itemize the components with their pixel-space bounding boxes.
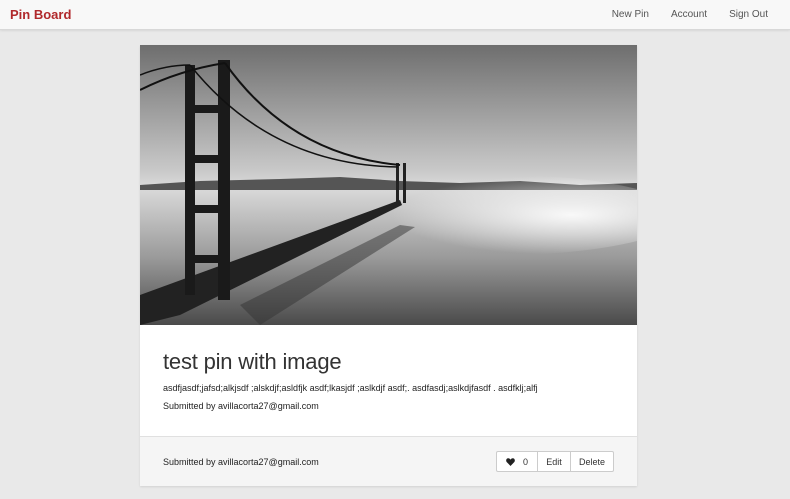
pin-card: test pin with image asdfjasdf;jafsd;alkj… — [140, 45, 637, 486]
brand-logo[interactable]: Pin Board — [10, 7, 71, 22]
nav-new-pin[interactable]: New Pin — [601, 9, 660, 20]
like-button[interactable]: 0 — [496, 451, 538, 472]
heart-icon — [506, 457, 515, 466]
nav-links: New Pin Account Sign Out — [601, 9, 780, 20]
like-count: 0 — [522, 456, 528, 467]
nav-account[interactable]: Account — [660, 9, 718, 20]
edit-button[interactable]: Edit — [538, 451, 571, 472]
pin-title: test pin with image — [163, 349, 342, 374]
navbar: Pin Board New Pin Account Sign Out — [0, 0, 790, 30]
pin-footer: Submitted by avillacorta27@gmail.com 0 E… — [140, 436, 637, 486]
pin-image — [140, 45, 637, 325]
nav-sign-out[interactable]: Sign Out — [718, 9, 780, 20]
pin-submitted-by: Submitted by avillacorta27@gmail.com — [163, 401, 319, 411]
pin-actions: 0 Edit Delete — [496, 451, 614, 472]
footer-submitted-by: Submitted by avillacorta27@gmail.com — [163, 456, 319, 467]
pin-description: asdfjasdf;jafsd;alkjsdf ;alskdjf;asldfjk… — [163, 383, 538, 393]
delete-button[interactable]: Delete — [571, 451, 614, 472]
pin-body: test pin with image asdfjasdf;jafsd;alkj… — [140, 325, 637, 436]
